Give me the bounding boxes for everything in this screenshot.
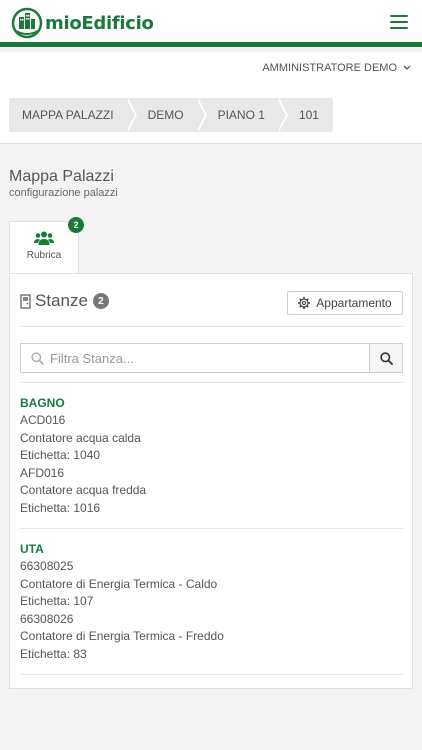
search-field	[21, 344, 369, 372]
search-input[interactable]	[50, 350, 350, 366]
meter-code: 66308025	[20, 559, 74, 573]
gear-icon	[298, 297, 311, 309]
appartamento-button-label: Appartamento	[316, 296, 392, 310]
search-icon	[379, 351, 393, 365]
search-bar	[20, 343, 403, 373]
page-title: Mappa Palazzi	[9, 168, 114, 185]
panel-title: Stanze	[35, 291, 88, 310]
meter-description: Contatore acqua fredda	[20, 483, 147, 498]
divider	[20, 326, 403, 327]
meter-code: AFD016	[20, 465, 65, 480]
meter-label: Etichetta: 83	[20, 646, 87, 661]
breadcrumb: MAPPA PALAZZI DEMO PIANO 1 101	[9, 98, 333, 132]
tab-label: Rubrica	[26, 250, 62, 261]
meter-code: 66308026	[20, 611, 74, 626]
meter-code: ACD016	[20, 413, 66, 427]
meter-description: Contatore acqua calda	[20, 430, 141, 445]
room-name[interactable]: UTA	[20, 541, 403, 558]
appartamento-button[interactable]: Appartamento	[287, 291, 403, 315]
meter-label: Etichetta: 1040	[20, 448, 101, 463]
room-item: BAGNO ACD016 Contatore acqua calda Etich…	[20, 395, 403, 518]
tab-rubrica[interactable]: Rubrica 2	[9, 217, 84, 273]
user-menu-label: AMMINISTRATORE DEMO	[262, 62, 397, 74]
meter-label: Etichetta: 107	[20, 594, 94, 609]
meter-label: Etichetta: 1016	[20, 500, 101, 515]
room-item: UTA 66308025 Contatore di Energia Termic…	[20, 541, 403, 664]
divider	[20, 674, 403, 675]
user-menu[interactable]: AMMINISTRATORE DEMO	[262, 62, 411, 74]
divider	[20, 528, 403, 529]
divider	[20, 382, 403, 383]
navbar: mioEdificio	[0, 0, 422, 47]
panel-header: Stanze 2	[20, 291, 109, 311]
rooms-panel: Stanze 2 Appartamento Filtra Stanza... B…	[9, 273, 413, 689]
breadcrumb-item-piano[interactable]: PIANO 1	[195, 98, 289, 132]
room-name[interactable]: BAGNO	[20, 395, 403, 412]
rooms-count-badge: 2	[92, 293, 109, 309]
meter-description: Contatore di Energia Termica - Caldo	[20, 576, 218, 591]
chevron-down-icon	[403, 65, 411, 70]
breadcrumb-item-mappa-palazzi[interactable]: MAPPA PALAZZI	[9, 98, 137, 132]
brand-name: mioEdificio	[45, 12, 154, 34]
top-bar: AMMINISTRATORE DEMO MAPPA PALAZZI DEMO P…	[0, 52, 422, 144]
logo-mark-icon	[11, 7, 43, 39]
tab-badge: 2	[68, 217, 84, 233]
hamburger-menu-icon[interactable]	[390, 15, 408, 31]
search-button[interactable]	[369, 344, 402, 372]
brand-logo[interactable]: mioEdificio	[11, 6, 154, 40]
meter-description: Contatore di Energia Termica - Freddo	[20, 629, 224, 644]
search-icon	[31, 351, 44, 365]
page-subtitle: configurazione palazzi	[9, 187, 118, 199]
door-icon	[20, 293, 31, 309]
users-icon	[34, 231, 54, 245]
